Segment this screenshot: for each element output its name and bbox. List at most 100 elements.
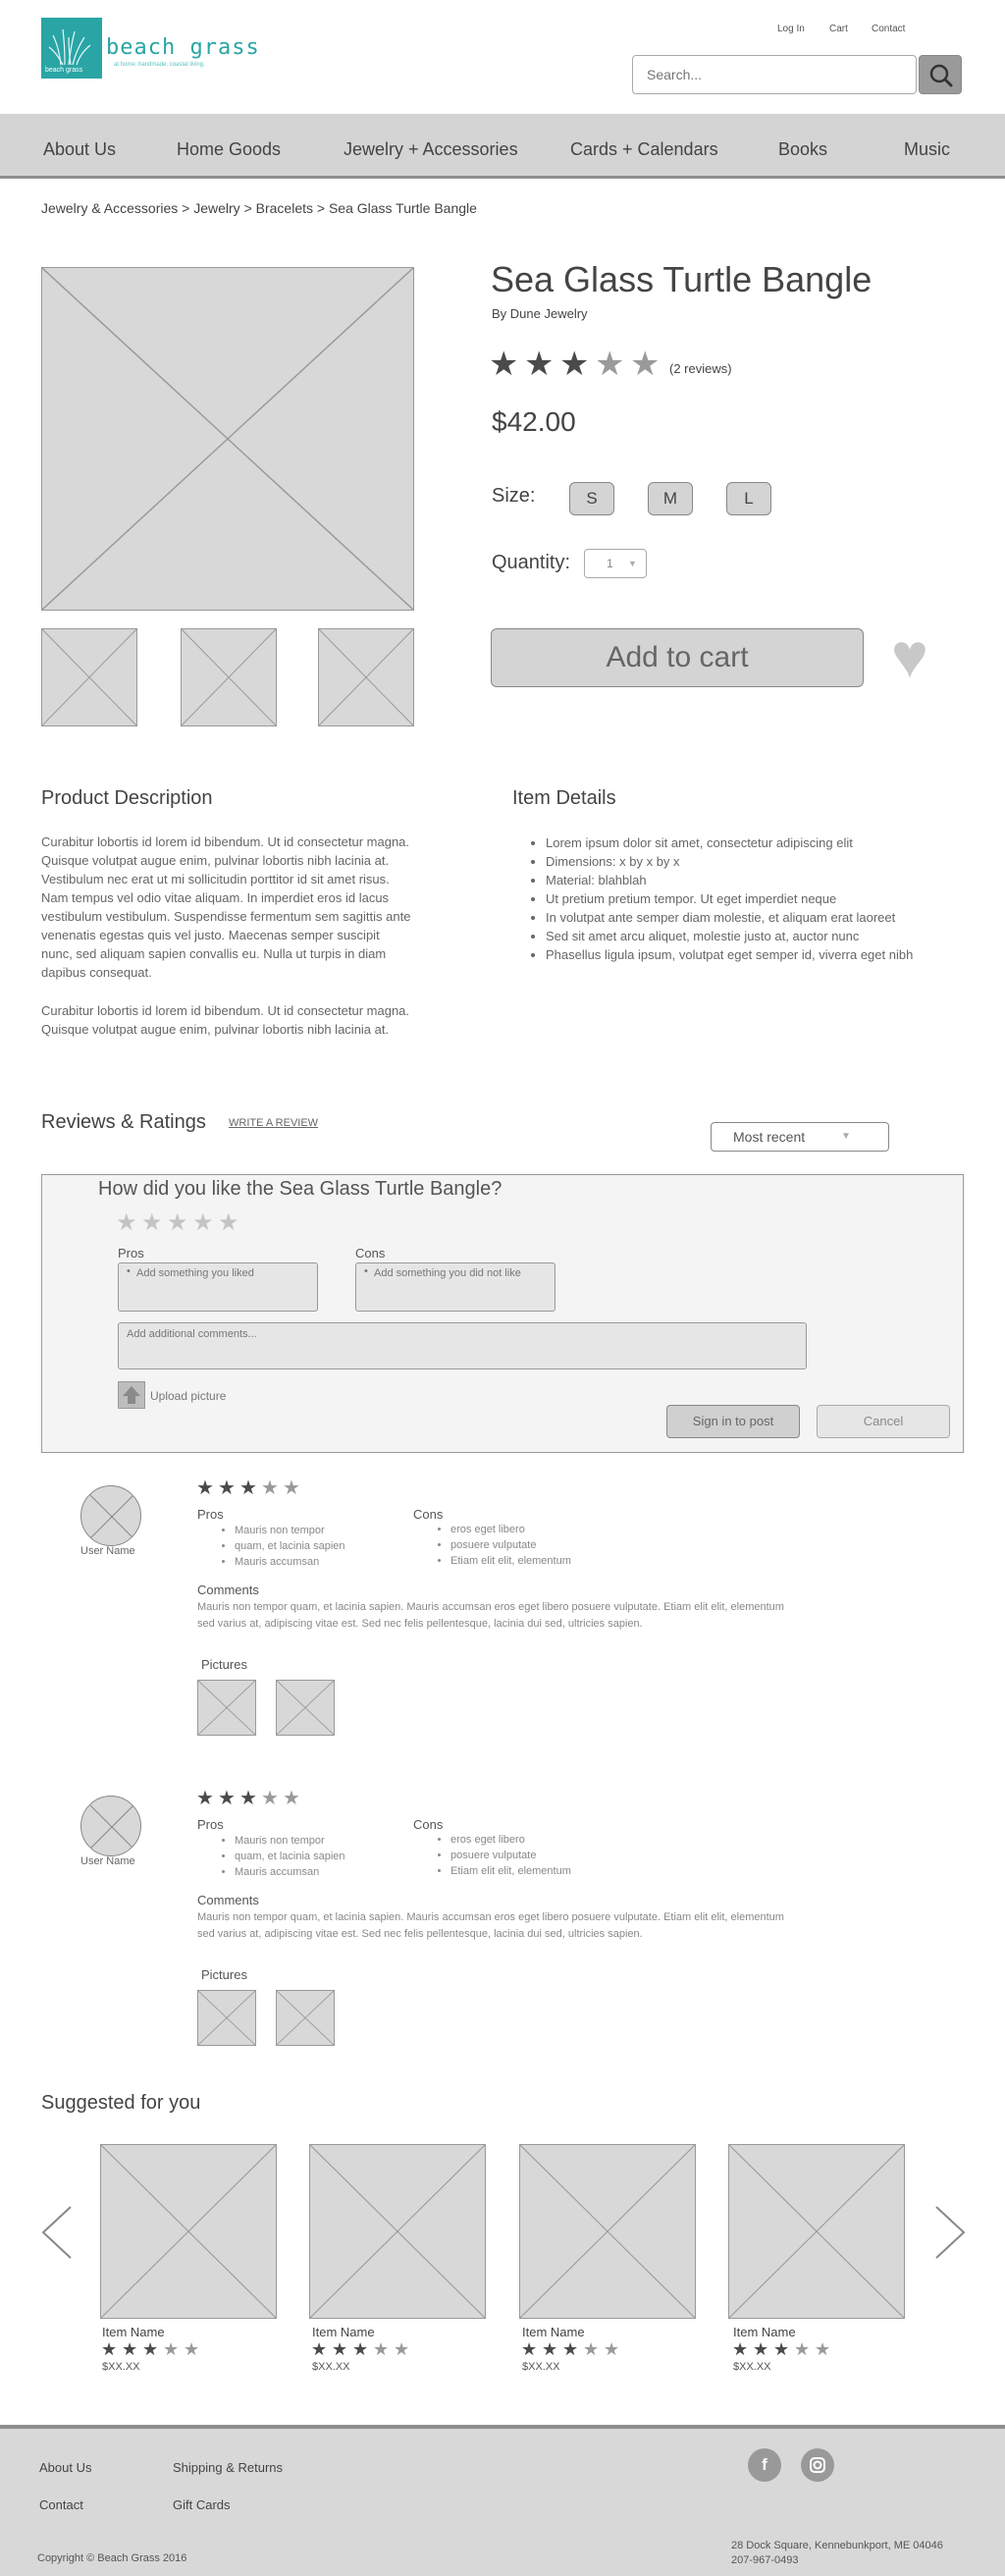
address: 28 Dock Square, Kennebunkport, ME 04046 …	[731, 2539, 943, 2568]
carousel-prev-icon[interactable]	[39, 2205, 75, 2260]
footer-about-link[interactable]: About Us	[39, 2460, 91, 2475]
nav-books[interactable]: Books	[778, 139, 827, 160]
pros-input[interactable]: • Add something you liked	[118, 1262, 318, 1312]
product-thumbnail[interactable]	[41, 628, 137, 726]
nav-about-us[interactable]: About Us	[43, 139, 116, 160]
star-icon: ★	[239, 1788, 257, 1809]
review-cons-list: eros eget libero posuere vulputate Etiam…	[433, 1522, 571, 1569]
review-con-item: Etiam elit elit, elementum	[450, 1863, 571, 1879]
review-picture[interactable]	[276, 1680, 335, 1736]
nav-cards-calendars[interactable]: Cards + Calendars	[570, 139, 718, 160]
add-to-cart-button[interactable]: Add to cart	[491, 628, 864, 687]
quantity-value: 1	[607, 557, 613, 570]
review-con-item: eros eget libero	[450, 1522, 571, 1537]
star-icon: ★	[283, 1477, 300, 1499]
upload-button[interactable]	[118, 1381, 145, 1409]
suggested-item-name[interactable]: Item Name	[312, 2325, 375, 2339]
star-icon: ★	[394, 2339, 410, 2359]
suggested-item-rating: ★ ★ ★ ★ ★	[732, 2340, 840, 2360]
brand-name[interactable]: beach grass	[106, 35, 260, 60]
star-icon: ★	[562, 2339, 579, 2359]
star-icon: ★	[753, 2339, 769, 2359]
suggested-item-name[interactable]: Item Name	[733, 2325, 796, 2339]
product-byline[interactable]: By Dune Jewelry	[492, 306, 588, 321]
nav-jewelry-accessories[interactable]: Jewelry + Accessories	[344, 139, 518, 160]
write-review-link[interactable]: WRITE A REVIEW	[229, 1117, 318, 1129]
star-outline-icon[interactable]: ★	[192, 1211, 214, 1235]
review-username[interactable]: User Name	[80, 1545, 135, 1557]
star-outline-icon[interactable]: ★	[116, 1211, 137, 1235]
size-option-m[interactable]: M	[648, 482, 693, 515]
star-outline-icon[interactable]: ★	[167, 1211, 188, 1235]
product-thumbnail[interactable]	[318, 628, 414, 726]
review-con-item: Etiam elit elit, elementum	[450, 1553, 571, 1569]
detail-item: Material: blahblah	[546, 871, 978, 889]
suggested-item-name[interactable]: Item Name	[102, 2325, 165, 2339]
review-pro-item: Mauris non tempor	[235, 1523, 345, 1538]
logo[interactable]: beach grass	[41, 18, 102, 79]
star-icon: ★	[352, 2339, 369, 2359]
reviews-title: Reviews & Ratings	[41, 1111, 206, 1133]
bullet-icon: •	[364, 1265, 368, 1277]
review-username[interactable]: User Name	[80, 1855, 135, 1867]
pros-label: Pros	[118, 1246, 144, 1261]
star-outline-icon[interactable]: ★	[218, 1211, 239, 1235]
star-icon: ★	[524, 346, 555, 383]
footer-shipping-link[interactable]: Shipping & Returns	[173, 2460, 283, 2475]
review-cons-list: eros eget libero posuere vulputate Etiam…	[433, 1832, 571, 1879]
suggested-item-image[interactable]	[100, 2144, 277, 2319]
suggested-item-name[interactable]: Item Name	[522, 2325, 585, 2339]
star-icon: ★	[630, 346, 661, 383]
comments-input[interactable]: Add additional comments...	[118, 1322, 807, 1369]
cons-placeholder: Add something you did not like	[374, 1267, 521, 1279]
star-outline-icon[interactable]: ★	[141, 1211, 163, 1235]
detail-item: Lorem ipsum dolor sit amet, consectetur …	[546, 833, 978, 852]
cons-input[interactable]: • Add something you did not like	[355, 1262, 555, 1312]
cancel-button[interactable]: Cancel	[817, 1405, 950, 1438]
description-paragraph: Curabitur lobortis id lorem id bibendum.…	[41, 1003, 410, 1037]
review-pro-item: Mauris accumsan	[235, 1554, 345, 1570]
search-button[interactable]	[919, 55, 962, 94]
product-description: Curabitur lobortis id lorem id bibendum.…	[41, 832, 414, 1058]
nav-music[interactable]: Music	[904, 139, 950, 160]
review-picture[interactable]	[197, 1680, 256, 1736]
login-link[interactable]: Log In	[777, 24, 805, 34]
star-icon: ★	[196, 1477, 214, 1499]
product-thumbnail[interactable]	[181, 628, 277, 726]
sign-in-to-post-button[interactable]: Sign in to post	[666, 1405, 800, 1438]
cart-link[interactable]: Cart	[829, 24, 848, 34]
search-input[interactable]	[632, 55, 917, 94]
nav-home-goods[interactable]: Home Goods	[177, 139, 281, 160]
star-icon: ★	[583, 2339, 600, 2359]
product-main-image[interactable]	[41, 267, 414, 611]
sort-select[interactable]: Most recent ▼	[711, 1122, 889, 1152]
facebook-icon[interactable]: f	[748, 2448, 781, 2482]
upload-label[interactable]: Upload picture	[150, 1389, 226, 1403]
review-picture[interactable]	[276, 1990, 335, 2046]
star-icon: ★	[732, 2339, 749, 2359]
breadcrumb[interactable]: Jewelry & Accessories > Jewelry > Bracel…	[41, 200, 477, 216]
footer-contact-link[interactable]: Contact	[39, 2497, 83, 2512]
size-option-l[interactable]: L	[726, 482, 771, 515]
contact-link[interactable]: Contact	[872, 24, 905, 34]
suggested-item-image[interactable]	[728, 2144, 905, 2319]
star-icon: ★	[521, 2339, 538, 2359]
review-comments-label: Comments	[197, 1583, 259, 1597]
favorite-heart-icon[interactable]: ♥	[891, 624, 928, 687]
quantity-select[interactable]: 1 ▼	[584, 549, 647, 578]
suggested-item-rating: ★ ★ ★ ★ ★	[521, 2340, 629, 2360]
instagram-icon[interactable]	[801, 2448, 834, 2482]
star-icon: ★	[773, 2339, 790, 2359]
footer-gift-cards-link[interactable]: Gift Cards	[173, 2497, 231, 2512]
review-star-input[interactable]: ★ ★ ★ ★ ★	[116, 1211, 253, 1237]
suggested-item-image[interactable]	[519, 2144, 696, 2319]
suggested-item-image[interactable]	[309, 2144, 486, 2319]
carousel-next-icon[interactable]	[932, 2205, 968, 2260]
star-icon: ★	[283, 1788, 300, 1809]
review-picture[interactable]	[197, 1990, 256, 2046]
review-pictures-label: Pictures	[201, 1967, 247, 1982]
review-pictures-label: Pictures	[201, 1657, 247, 1672]
suggested-item-price: $XX.XX	[102, 2361, 140, 2373]
size-option-s[interactable]: S	[569, 482, 614, 515]
reviews-count[interactable]: (2 reviews)	[669, 361, 732, 376]
